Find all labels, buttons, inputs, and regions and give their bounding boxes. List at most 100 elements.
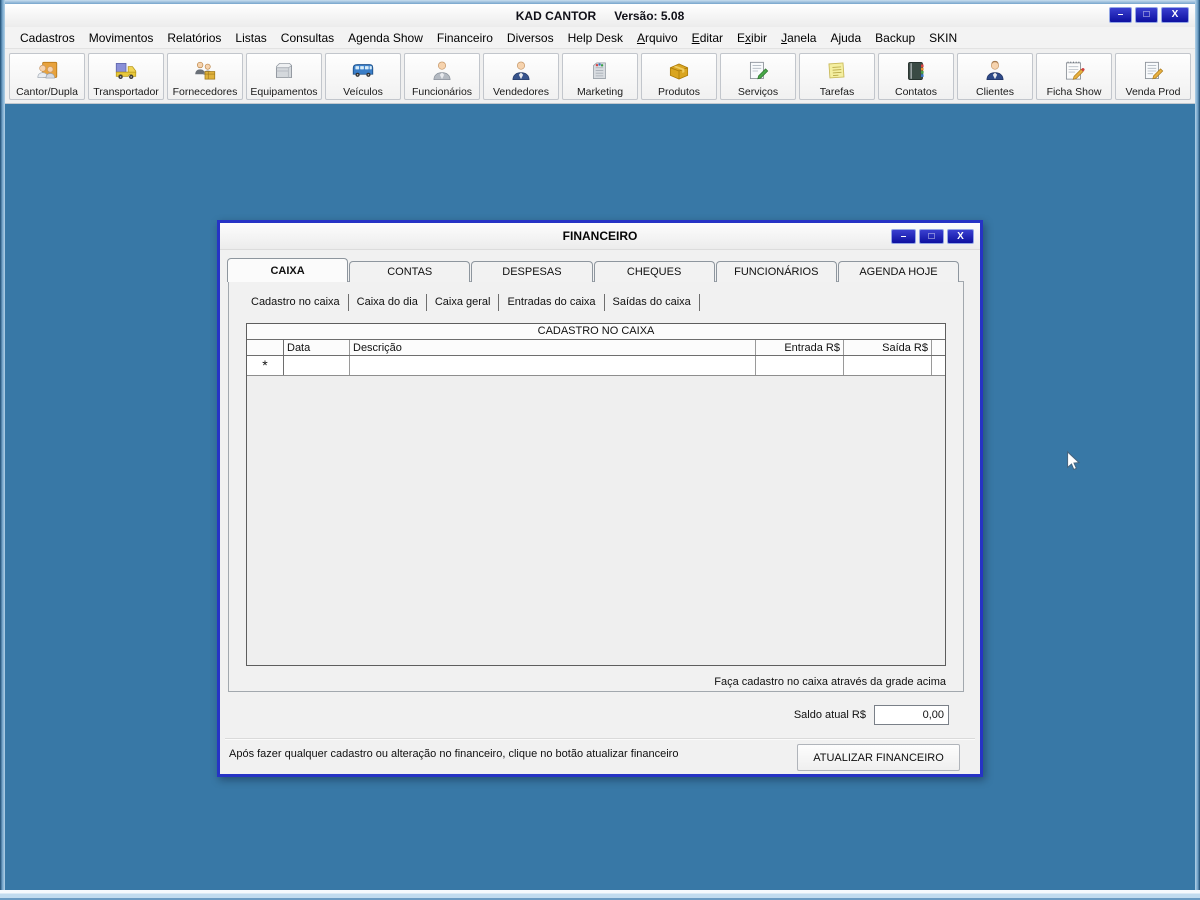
caixa-subtab-strip: Cadastro no caixa Caixa do dia Caixa ger…: [243, 291, 700, 313]
mouse-cursor: [1067, 450, 1081, 471]
main-titlebar: KAD CANTOR Versão: 5.08 – □ X: [5, 4, 1195, 27]
toolbar: Cantor/Dupla Transportador Fornecedores …: [5, 49, 1195, 104]
row-selector-cell[interactable]: *: [247, 356, 284, 375]
financeiro-titlebar: FINANCEIRO – □ X: [220, 223, 980, 250]
tab-agenda-hoje[interactable]: AGENDA HOJE: [837, 261, 960, 282]
footer-divider: [225, 738, 975, 740]
tab-despesas[interactable]: DESPESAS: [471, 261, 593, 282]
cell-descricao[interactable]: [350, 356, 756, 375]
person-blue-icon: [508, 57, 534, 86]
subtab-entradas-do-caixa[interactable]: Entradas do caixa: [499, 291, 605, 313]
cell-entrada[interactable]: [756, 356, 844, 375]
cell-data[interactable]: [284, 356, 350, 375]
dialog-window-controls: – □ X: [891, 229, 974, 244]
main-window-controls: – □ X: [1109, 7, 1189, 23]
menu-financeiro[interactable]: Financeiro: [430, 29, 500, 47]
menu-janela[interactable]: Janela: [774, 29, 823, 47]
address-book-icon: [903, 57, 929, 86]
dialog-title: FINANCEIRO: [562, 229, 638, 243]
grid-caption: CADASTRO NO CAIXA: [247, 324, 945, 340]
caixa-tabpage: Cadastro no caixa Caixa do dia Caixa ger…: [228, 281, 964, 692]
toolbar-clientes[interactable]: Clientes: [957, 52, 1033, 100]
toolbar-cantor-dupla[interactable]: Cantor/Dupla: [9, 52, 85, 100]
saldo-label: Saldo atual R$: [793, 709, 866, 721]
toolbar-equipamentos[interactable]: Equipamentos: [246, 52, 322, 100]
box-icon: [666, 57, 692, 86]
menu-agenda-show[interactable]: Agenda Show: [341, 29, 430, 47]
menu-arquivo[interactable]: Arquivo: [630, 29, 685, 47]
toolbar-veiculos[interactable]: Veículos: [325, 52, 401, 100]
toolbar-servicos[interactable]: Serviços: [720, 52, 796, 100]
toolbar-tarefas[interactable]: Tarefas: [799, 52, 875, 100]
equipment-icon: [271, 57, 297, 86]
toolbar-produtos[interactable]: Produtos: [641, 52, 717, 100]
notepad-pencil-icon: [1061, 57, 1087, 86]
toolbar-fornecedores[interactable]: Fornecedores: [167, 52, 243, 100]
person-gray-icon: [429, 57, 455, 86]
menu-help-desk[interactable]: Help Desk: [561, 29, 630, 47]
menu-skin[interactable]: SKIN: [922, 29, 964, 47]
menu-ajuda[interactable]: Ajuda: [823, 29, 868, 47]
dialog-close-button[interactable]: X: [947, 229, 974, 244]
grid-column-header[interactable]: Entrada R$: [756, 340, 844, 355]
window-frame-right: [1195, 0, 1200, 900]
subtab-saidas-do-caixa[interactable]: Saídas do caixa: [605, 291, 700, 313]
toolbar-ficha-show[interactable]: Ficha Show: [1036, 52, 1112, 100]
toolbar-contatos[interactable]: Contatos: [878, 52, 954, 100]
subtab-cadastro-no-caixa[interactable]: Cadastro no caixa: [243, 291, 349, 313]
maximize-button[interactable]: □: [1135, 7, 1158, 23]
tab-funcionarios[interactable]: FUNCIONÁRIOS: [715, 261, 837, 282]
menu-backup[interactable]: Backup: [868, 29, 922, 47]
saldo-input[interactable]: [874, 705, 949, 725]
grid-column-header[interactable]: [247, 340, 284, 355]
menubar: Cadastros Movimentos Relatórios Listas C…: [5, 27, 1195, 49]
grid-column-header[interactable]: Data: [284, 340, 350, 355]
building-chart-icon: [587, 57, 613, 86]
main-tab-strip: CAIXA CONTAS DESPESAS CHEQUES FUNCIONÁRI…: [227, 258, 960, 282]
menu-diversos[interactable]: Diversos: [500, 29, 561, 47]
menu-movimentos[interactable]: Movimentos: [82, 29, 161, 47]
window-frame-top: [0, 0, 1200, 4]
grid-hint: Faça cadastro no caixa através da grade …: [714, 676, 946, 688]
footer-note: Após fazer qualquer cadastro ou alteraçã…: [229, 748, 679, 760]
cadastro-caixa-grid: CADASTRO NO CAIXA Data Descrição Entrada…: [246, 323, 946, 666]
grid-empty-area: [247, 376, 945, 665]
tab-contas[interactable]: CONTAS: [349, 261, 471, 282]
toolbar-vendedores[interactable]: Vendedores: [483, 52, 559, 100]
cell-saida[interactable]: [844, 356, 932, 375]
close-button[interactable]: X: [1161, 7, 1189, 23]
app-title: KAD CANTOR Versão: 5.08: [516, 9, 685, 23]
subtab-caixa-do-dia[interactable]: Caixa do dia: [349, 291, 427, 313]
saldo-row: Saldo atual R$: [220, 705, 949, 725]
truck-icon: [113, 57, 139, 86]
menu-listas[interactable]: Listas: [228, 29, 273, 47]
grid-column-header[interactable]: Saída R$: [844, 340, 932, 355]
menu-consultas[interactable]: Consultas: [274, 29, 341, 47]
cantor-dupla-icon: [34, 57, 60, 86]
menu-editar[interactable]: Editar: [685, 29, 730, 47]
cell-filler: [932, 356, 945, 375]
document-pencil-green-icon: [745, 57, 771, 86]
dialog-maximize-button[interactable]: □: [919, 229, 944, 244]
mdi-desktop: FINANCEIRO – □ X CAIXA CONTAS DESPESAS C…: [5, 104, 1195, 890]
dialog-minimize-button[interactable]: –: [891, 229, 916, 244]
grid-column-header[interactable]: [932, 340, 945, 355]
subtab-separator: [698, 293, 700, 311]
menu-cadastros[interactable]: Cadastros: [13, 29, 82, 47]
grid-column-header[interactable]: Descrição: [350, 340, 756, 355]
minimize-button[interactable]: –: [1109, 7, 1132, 23]
notes-icon: [824, 57, 850, 86]
tab-caixa[interactable]: CAIXA: [227, 258, 349, 282]
toolbar-venda-prod[interactable]: Venda Prod: [1115, 52, 1191, 100]
window-frame-bottom: [0, 890, 1200, 900]
toolbar-marketing[interactable]: Marketing: [562, 52, 638, 100]
grid-new-row[interactable]: *: [247, 356, 945, 376]
menu-relatorios[interactable]: Relatórios: [160, 29, 228, 47]
atualizar-financeiro-button[interactable]: ATUALIZAR FINANCEIRO: [797, 744, 960, 771]
tab-cheques[interactable]: CHEQUES: [593, 261, 715, 282]
toolbar-transportador[interactable]: Transportador: [88, 52, 164, 100]
menu-exibir[interactable]: Exibir: [730, 29, 774, 47]
suppliers-icon: [192, 57, 218, 86]
subtab-caixa-geral[interactable]: Caixa geral: [427, 291, 500, 313]
toolbar-funcionarios[interactable]: Funcionários: [404, 52, 480, 100]
